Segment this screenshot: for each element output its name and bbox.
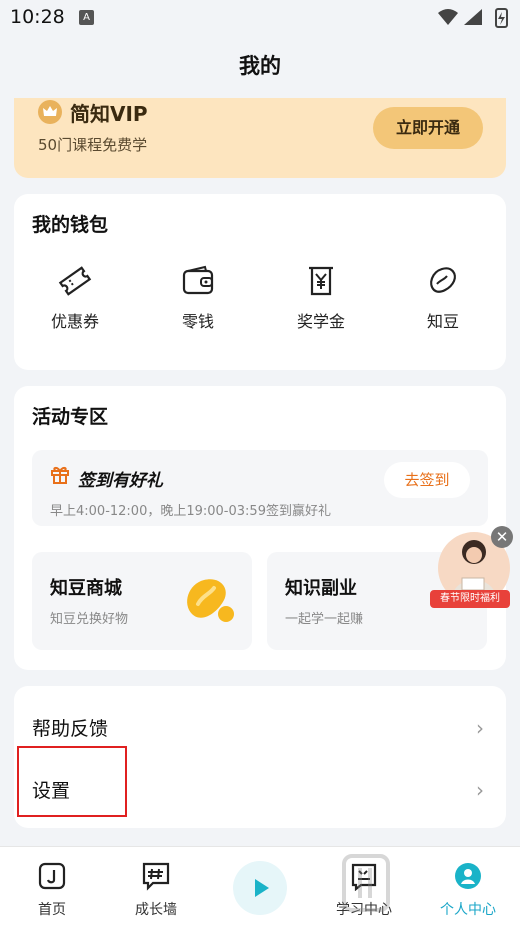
chevron-right-icon: › xyxy=(476,716,484,740)
wallet-item-scholarship[interactable]: 奖学金 xyxy=(276,264,366,344)
wallet-label: 奖学金 xyxy=(296,312,345,331)
list-label: 帮助反馈 xyxy=(32,718,109,740)
checkin-title: 签到有好礼 xyxy=(78,471,163,491)
tab-home[interactable]: 首页 xyxy=(12,861,92,919)
wallet-card: 我的钱包 优惠券 零钱 奖学金 知豆 xyxy=(14,194,506,370)
float-ad-tag[interactable]: 春节限时福利 xyxy=(430,590,510,608)
promo-title: 知识副业 xyxy=(285,578,357,599)
chevron-right-icon: › xyxy=(476,778,484,802)
bean-icon xyxy=(430,267,456,293)
promo-desc: 知豆兑换好物 xyxy=(50,612,129,627)
bean-illustration-icon xyxy=(187,579,234,622)
vip-name: 简知VIP xyxy=(70,102,148,126)
status-icons xyxy=(438,8,508,28)
gift-icon xyxy=(51,466,69,484)
wallet-item-change[interactable]: 零钱 xyxy=(153,264,243,344)
tab-label: 成长墙 xyxy=(135,902,177,918)
wallet-label: 优惠券 xyxy=(50,312,99,331)
status-bar: 10:28 A xyxy=(0,0,520,36)
wallet-label: 零钱 xyxy=(181,312,214,331)
play-icon xyxy=(255,879,269,897)
checkin-banner[interactable]: 签到有好礼 早上4:00-12:00，晚上19:00-03:59签到赢好礼 去签… xyxy=(32,450,488,526)
home-icon xyxy=(38,862,66,890)
hashtag-icon xyxy=(142,862,170,891)
watermark-logo-icon xyxy=(342,854,390,912)
tab-label: 首页 xyxy=(38,902,66,918)
wallet-title: 我的钱包 xyxy=(32,214,109,236)
promo-title: 知豆商城 xyxy=(50,578,122,599)
tab-growth-wall[interactable]: 成长墙 xyxy=(116,861,196,919)
play-button[interactable] xyxy=(233,861,287,915)
page-title: 我的 xyxy=(239,54,281,78)
wallet-item-bean[interactable]: 知豆 xyxy=(398,264,488,344)
vip-desc: 50门课程免费学 xyxy=(38,136,148,154)
notification-icon: A xyxy=(79,10,94,25)
status-time: 10:28 xyxy=(10,6,65,28)
promo-desc: 一起学一起赚 xyxy=(285,612,364,627)
checkin-button[interactable]: 去签到 xyxy=(384,462,470,498)
wallet-icon xyxy=(182,265,214,295)
wallet-label: 知豆 xyxy=(426,312,459,331)
highlight-annotation xyxy=(17,746,127,817)
scholarship-icon xyxy=(309,266,333,296)
crown-icon xyxy=(38,100,62,124)
open-vip-button[interactable]: 立即开通 xyxy=(373,107,483,149)
activity-title: 活动专区 xyxy=(32,406,109,428)
close-icon[interactable]: ✕ xyxy=(491,526,513,548)
ticket-icon xyxy=(58,266,92,296)
bean-store-card[interactable]: 知豆商城 知豆兑换好物 xyxy=(32,552,252,650)
checkin-desc: 早上4:00-12:00，晚上19:00-03:59签到赢好礼 xyxy=(50,504,331,519)
vip-card[interactable]: 简知VIP 50门课程免费学 立即开通 xyxy=(14,98,506,178)
wallet-item-coupon[interactable]: 优惠券 xyxy=(30,264,120,344)
